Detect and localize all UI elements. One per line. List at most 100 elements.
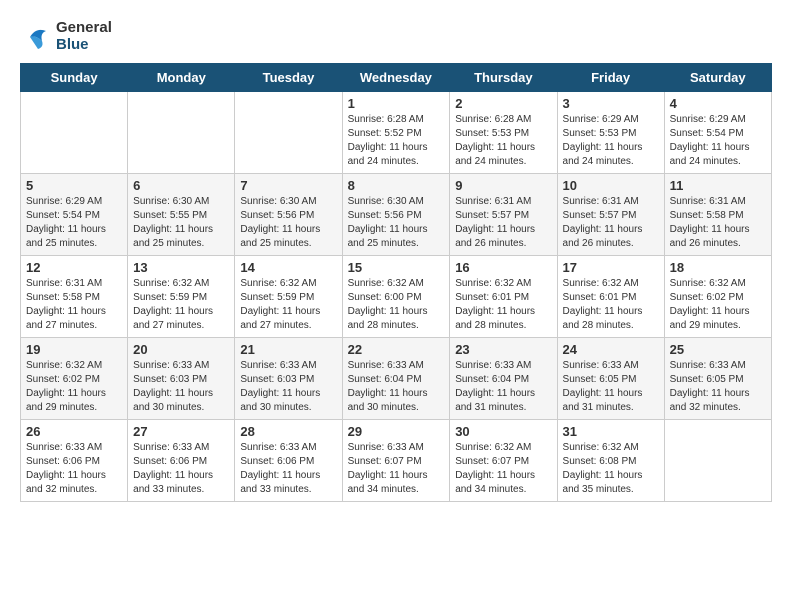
day-number: 24 [563,342,659,357]
day-number: 11 [670,178,766,193]
day-number: 3 [563,96,659,111]
calendar-cell: 31 Sunrise: 6:32 AM Sunset: 6:08 PM Dayli… [557,420,664,502]
day-info: Sunrise: 6:33 AM Sunset: 6:03 PM Dayligh… [240,359,336,415]
day-info: Sunrise: 6:32 AM Sunset: 5:59 PM Dayligh… [240,277,336,333]
logo-bird-icon [20,21,52,53]
day-info: Sunrise: 6:33 AM Sunset: 6:05 PM Dayligh… [670,359,766,415]
weekday-header-saturday: Saturday [664,64,771,92]
calendar-cell: 30 Sunrise: 6:32 AM Sunset: 6:07 PM Dayli… [450,420,557,502]
day-info: Sunrise: 6:33 AM Sunset: 6:04 PM Dayligh… [348,359,445,415]
page-header: General Blue [20,20,772,53]
calendar-week-row: 12Sunrise: 6:31 AM Sunset: 5:58 PM Dayli… [21,256,772,338]
day-info: Sunrise: 6:32 AM Sunset: 6:01 PM Dayligh… [563,277,659,333]
day-info: Sunrise: 6:33 AM Sunset: 6:07 PM Dayligh… [348,441,445,497]
day-number: 6 [133,178,229,193]
calendar-table: SundayMondayTuesdayWednesdayThursdayFrid… [20,63,772,502]
day-number: 21 [240,342,336,357]
day-info: Sunrise: 6:32 AM Sunset: 6:02 PM Dayligh… [26,359,122,415]
weekday-header-friday: Friday [557,64,664,92]
day-number: 8 [348,178,445,193]
day-number: 4 [670,96,766,111]
day-number: 27 [133,424,229,439]
day-info: Sunrise: 6:32 AM Sunset: 6:01 PM Dayligh… [455,277,551,333]
calendar-cell [664,420,771,502]
calendar-cell [128,92,235,174]
day-number: 2 [455,96,551,111]
calendar-cell: 11 Sunrise: 6:31 AM Sunset: 5:58 PM Dayli… [664,174,771,256]
calendar-cell [235,92,342,174]
day-number: 18 [670,260,766,275]
day-info: Sunrise: 6:33 AM Sunset: 6:03 PM Dayligh… [133,359,229,415]
day-number: 20 [133,342,229,357]
day-info: Sunrise: 6:31 AM Sunset: 5:57 PM Dayligh… [455,195,551,251]
logo-blue-text: Blue [56,37,112,54]
day-number: 26 [26,424,122,439]
day-number: 22 [348,342,445,357]
calendar-cell: 24 Sunrise: 6:33 AM Sunset: 6:05 PM Dayli… [557,338,664,420]
day-info: Sunrise: 6:32 AM Sunset: 6:00 PM Dayligh… [348,277,445,333]
day-number: 15 [348,260,445,275]
day-info: Sunrise: 6:32 AM Sunset: 6:08 PM Dayligh… [563,441,659,497]
weekday-header-row: SundayMondayTuesdayWednesdayThursdayFrid… [21,64,772,92]
calendar-cell: 4 Sunrise: 6:29 AM Sunset: 5:54 PM Daylig… [664,92,771,174]
day-number: 9 [455,178,551,193]
calendar-cell: 2Sunrise: 6:28 AM Sunset: 5:53 PM Daylig… [450,92,557,174]
logo: General Blue [20,20,112,53]
weekday-header-wednesday: Wednesday [342,64,450,92]
calendar-cell: 18 Sunrise: 6:32 AM Sunset: 6:02 PM Dayli… [664,256,771,338]
day-number: 5 [26,178,122,193]
day-info: Sunrise: 6:30 AM Sunset: 5:56 PM Dayligh… [240,195,336,251]
calendar-week-row: 5 Sunrise: 6:29 AM Sunset: 5:54 PM Daylig… [21,174,772,256]
day-number: 29 [348,424,445,439]
day-info: Sunrise: 6:33 AM Sunset: 6:06 PM Dayligh… [240,441,336,497]
calendar-cell: 26Sunrise: 6:33 AM Sunset: 6:06 PM Dayli… [21,420,128,502]
day-number: 25 [670,342,766,357]
day-number: 12 [26,260,122,275]
weekday-header-tuesday: Tuesday [235,64,342,92]
day-info: Sunrise: 6:32 AM Sunset: 5:59 PM Dayligh… [133,277,229,333]
calendar-week-row: 26 Sunrise: 6:33 AM Sunset: 6:06 PM Dayli… [21,420,772,502]
calendar-week-row: 1 Sunrise: 6:28 AM Sunset: 5:52 PM Daylig… [21,92,772,174]
calendar-cell: 23 Sunrise: 6:33 AM Sunset: 6:04 PM Dayli… [450,338,557,420]
day-info: Sunrise: 6:32 AM Sunset: 6:02 PM Dayligh… [670,277,766,333]
day-info: Sunrise: 6:29 AM Sunset: 5:53 PM Dayligh… [563,113,659,169]
weekday-header-thursday: Thursday [450,64,557,92]
calendar-cell: 5 Sunrise: 6:29 AM Sunset: 5:54 PM Daylig… [21,174,128,256]
calendar-cell: 8 Sunrise: 6:30 AM Sunset: 5:56 PM Daylig… [342,174,450,256]
day-number: 1 [348,96,445,111]
calendar-cell: 6 Sunrise: 6:30 AM Sunset: 5:55 PM Daylig… [128,174,235,256]
calendar-cell: 15 Sunrise: 6:32 AM Sunset: 6:00 PM Dayli… [342,256,450,338]
calendar-cell: 9 Sunrise: 6:31 AM Sunset: 5:57 PM Daylig… [450,174,557,256]
day-info: Sunrise: 6:30 AM Sunset: 5:56 PM Dayligh… [348,195,445,251]
calendar-cell: 28Sunrise: 6:33 AM Sunset: 6:06 PM Dayli… [235,420,342,502]
day-number: 23 [455,342,551,357]
day-number: 14 [240,260,336,275]
calendar-cell: 19Sunrise: 6:32 AM Sunset: 6:02 PM Dayli… [21,338,128,420]
day-number: 17 [563,260,659,275]
weekday-header-monday: Monday [128,64,235,92]
day-info: Sunrise: 6:29 AM Sunset: 5:54 PM Dayligh… [26,195,122,251]
day-info: Sunrise: 6:31 AM Sunset: 5:58 PM Dayligh… [670,195,766,251]
calendar-cell: 29 Sunrise: 6:33 AM Sunset: 6:07 PM Dayli… [342,420,450,502]
calendar-cell: 27 Sunrise: 6:33 AM Sunset: 6:06 PM Dayli… [128,420,235,502]
day-number: 13 [133,260,229,275]
day-info: Sunrise: 6:33 AM Sunset: 6:04 PM Dayligh… [455,359,551,415]
weekday-header-sunday: Sunday [21,64,128,92]
logo-general-text: General [56,20,112,37]
day-info: Sunrise: 6:28 AM Sunset: 5:52 PM Dayligh… [348,113,445,169]
day-number: 31 [563,424,659,439]
day-info: Sunrise: 6:33 AM Sunset: 6:05 PM Dayligh… [563,359,659,415]
day-info: Sunrise: 6:30 AM Sunset: 5:55 PM Dayligh… [133,195,229,251]
day-number: 7 [240,178,336,193]
day-number: 30 [455,424,551,439]
calendar-week-row: 19Sunrise: 6:32 AM Sunset: 6:02 PM Dayli… [21,338,772,420]
day-info: Sunrise: 6:32 AM Sunset: 6:07 PM Dayligh… [455,441,551,497]
calendar-cell: 3 Sunrise: 6:29 AM Sunset: 5:53 PM Daylig… [557,92,664,174]
day-info: Sunrise: 6:33 AM Sunset: 6:06 PM Dayligh… [133,441,229,497]
day-info: Sunrise: 6:29 AM Sunset: 5:54 PM Dayligh… [670,113,766,169]
day-number: 10 [563,178,659,193]
calendar-cell: 20 Sunrise: 6:33 AM Sunset: 6:03 PM Dayli… [128,338,235,420]
calendar-cell: 7 Sunrise: 6:30 AM Sunset: 5:56 PM Daylig… [235,174,342,256]
calendar-cell: 12Sunrise: 6:31 AM Sunset: 5:58 PM Dayli… [21,256,128,338]
day-number: 16 [455,260,551,275]
